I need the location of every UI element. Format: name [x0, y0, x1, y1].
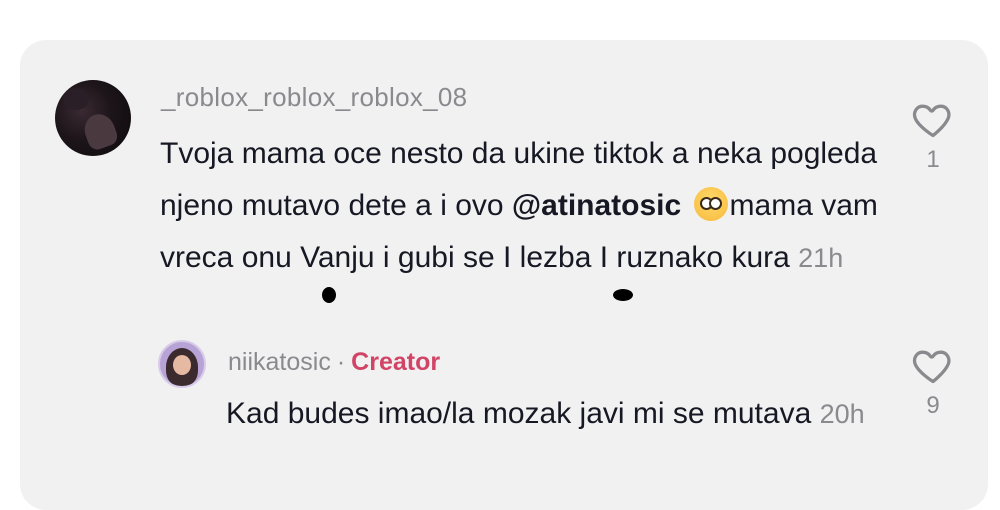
creator-avatar[interactable] [158, 340, 206, 388]
reply-username[interactable]: niikatosic [228, 348, 331, 376]
comment-like-button[interactable] [910, 97, 956, 141]
reply-time: 20h [819, 399, 865, 429]
comment-like-count: 1 [926, 146, 940, 173]
reply-like-count: 9 [926, 392, 940, 419]
commenter-username[interactable]: _roblox_roblox_roblox_08 [161, 82, 467, 113]
comment-time: 21h [798, 243, 844, 273]
separator-dot: · [336, 348, 346, 376]
reply-like-button[interactable] [910, 343, 956, 387]
reply-header: niikatosic · Creator [228, 348, 440, 377]
comment-text: Tvoja mama oce nesto da ukine tiktok a n… [160, 128, 880, 284]
commenter-avatar[interactable] [55, 80, 131, 156]
reply-text: Kad budes imao/la mozak javi mi se mutav… [226, 389, 866, 439]
flushed-face-emoji-icon [693, 187, 728, 221]
scribble-mark [613, 289, 633, 301]
mention-link[interactable]: @atinatosic [512, 189, 681, 222]
reply-body: Kad budes imao/la mozak javi mi se mutav… [226, 397, 812, 430]
creator-badge: Creator [351, 348, 441, 376]
heart-icon [912, 104, 951, 138]
scribble-mark [322, 287, 336, 303]
heart-icon [912, 350, 951, 384]
